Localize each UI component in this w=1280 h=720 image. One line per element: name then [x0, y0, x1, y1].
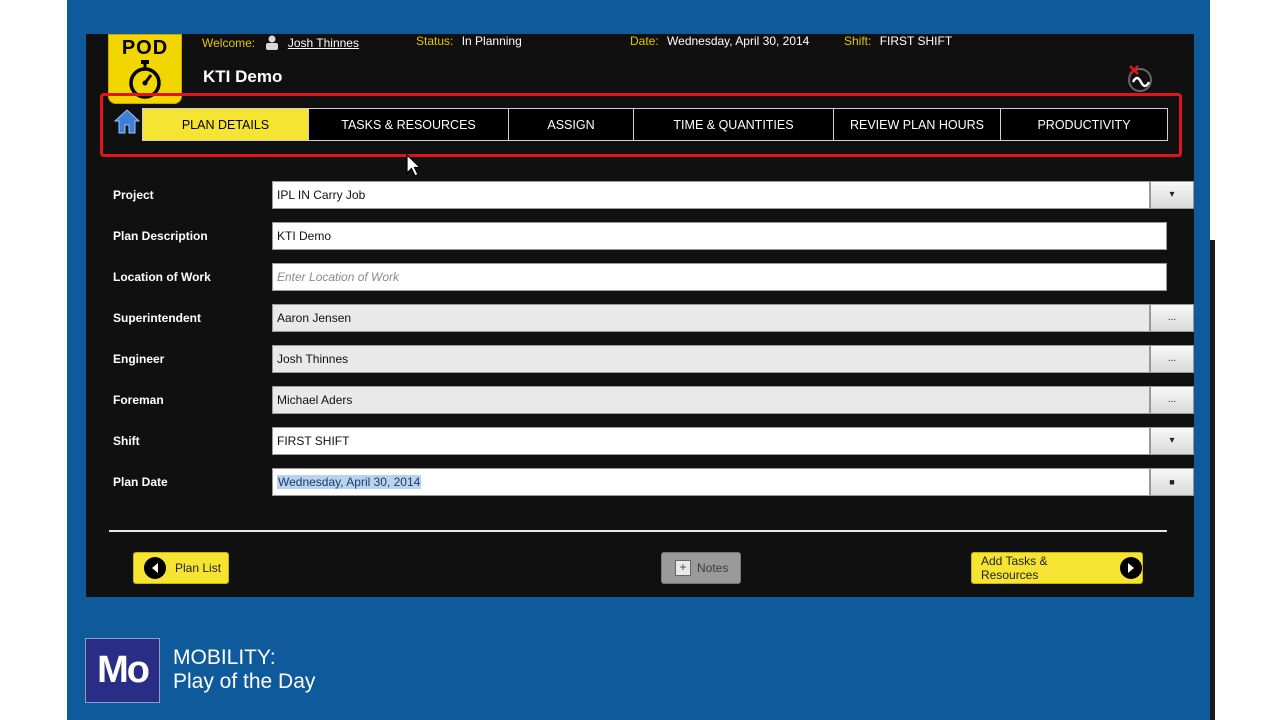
plan-date-input[interactable]: Wednesday, April 30, 2014 — [272, 468, 1150, 496]
shift-label: Shift: — [844, 34, 872, 48]
engineer-row: Engineer Josh Thinnes ... — [113, 345, 1194, 373]
branding-subtitle: Play of the Day — [173, 670, 316, 693]
plan-description-row: Plan Description KTI Demo — [113, 222, 1167, 250]
forward-arrow-icon — [1120, 557, 1142, 579]
pod-logo-text: POD — [121, 37, 169, 59]
plan-date-label: Plan Date — [113, 475, 168, 489]
tab-tasks-resources[interactable]: TASKS & RESOURCES — [309, 109, 509, 140]
tab-bar: PLAN DETAILS TASKS & RESOURCES ASSIGN TI… — [142, 108, 1168, 141]
engineer-browse-button[interactable]: ... — [1150, 345, 1194, 373]
foreman-field[interactable]: Michael Aders — [272, 386, 1150, 414]
date-group: Date: Wednesday, April 30, 2014 — [630, 34, 809, 48]
location-of-work-label: Location of Work — [113, 270, 211, 284]
shift-row: Shift FIRST SHIFT ▾ — [113, 427, 1194, 455]
plan-list-label: Plan List — [175, 561, 222, 575]
app-window: Welcome: Josh Thinnes Status: In Plannin… — [86, 34, 1194, 597]
page-title: KTI Demo — [203, 67, 283, 86]
add-tasks-resources-button[interactable]: Add Tasks & Resources — [971, 552, 1143, 584]
status-value: In Planning — [461, 34, 522, 48]
add-note-icon: + — [675, 560, 691, 576]
project-select[interactable]: IPL IN Carry Job — [272, 181, 1150, 209]
shift-dropdown-button[interactable]: ▾ — [1150, 427, 1194, 455]
superintendent-label: Superintendent — [113, 311, 202, 325]
plan-description-input[interactable]: KTI Demo — [272, 222, 1167, 250]
superintendent-row: Superintendent Aaron Jensen ... — [113, 304, 1194, 332]
date-value: Wednesday, April 30, 2014 — [667, 34, 810, 48]
plan-date-row: Plan Date Wednesday, April 30, 2014 ■ — [113, 468, 1194, 496]
status-group: Status: In Planning — [416, 34, 522, 48]
location-of-work-input[interactable]: Enter Location of Work — [272, 263, 1167, 291]
engineer-field[interactable]: Josh Thinnes — [272, 345, 1150, 373]
tab-productivity[interactable]: PRODUCTIVITY — [1001, 109, 1167, 140]
tab-plan-details[interactable]: PLAN DETAILS — [143, 109, 309, 140]
shift-value: FIRST SHIFT — [879, 34, 953, 48]
mouse-cursor-icon — [406, 154, 422, 177]
notes-label: Notes — [697, 561, 729, 575]
location-of-work-row: Location of Work Enter Location of Work — [113, 263, 1167, 291]
superintendent-field[interactable]: Aaron Jensen — [272, 304, 1150, 332]
plan-description-label: Plan Description — [113, 229, 208, 243]
date-label: Date: — [630, 34, 659, 48]
user-icon — [264, 34, 280, 53]
welcome-label: Welcome: — [202, 36, 256, 50]
shift-select[interactable]: FIRST SHIFT — [272, 427, 1150, 455]
user-name-link[interactable]: Josh Thinnes — [288, 36, 359, 50]
project-dropdown-button[interactable]: ▾ — [1150, 181, 1194, 209]
status-label: Status: — [416, 34, 454, 48]
foreman-row: Foreman Michael Aders ... — [113, 386, 1194, 414]
plan-date-value: Wednesday, April 30, 2014 — [277, 475, 422, 489]
engineer-label: Engineer — [113, 352, 165, 366]
mobility-logo: Mo — [85, 638, 160, 703]
superintendent-browse-button[interactable]: ... — [1150, 304, 1194, 332]
calendar-button[interactable]: ■ — [1150, 468, 1194, 496]
tab-assign[interactable]: ASSIGN — [509, 109, 634, 140]
branding-title: MOBILITY: — [173, 646, 276, 669]
home-icon[interactable] — [114, 108, 140, 134]
foreman-browse-button[interactable]: ... — [1150, 386, 1194, 414]
foreman-label: Foreman — [113, 393, 164, 407]
divider — [109, 530, 1167, 532]
tab-time-quantities[interactable]: TIME & QUANTITIES — [634, 109, 834, 140]
project-label: Project — [113, 188, 154, 202]
shift-label-field: Shift — [113, 434, 140, 448]
welcome-group: Welcome: Josh Thinnes — [202, 34, 359, 50]
add-tasks-label: Add Tasks & Resources — [981, 554, 1048, 582]
project-row: Project IPL IN Carry Job ▾ — [113, 181, 1194, 209]
tab-review-plan-hours[interactable]: REVIEW PLAN HOURS — [834, 109, 1001, 140]
back-arrow-icon — [144, 557, 166, 579]
shift-group: Shift: FIRST SHIFT — [844, 34, 952, 48]
plan-list-button[interactable]: Plan List — [133, 552, 229, 584]
sync-icon[interactable] — [1122, 64, 1156, 94]
window-edge — [1210, 240, 1215, 720]
notes-button[interactable]: + Notes — [661, 552, 741, 584]
